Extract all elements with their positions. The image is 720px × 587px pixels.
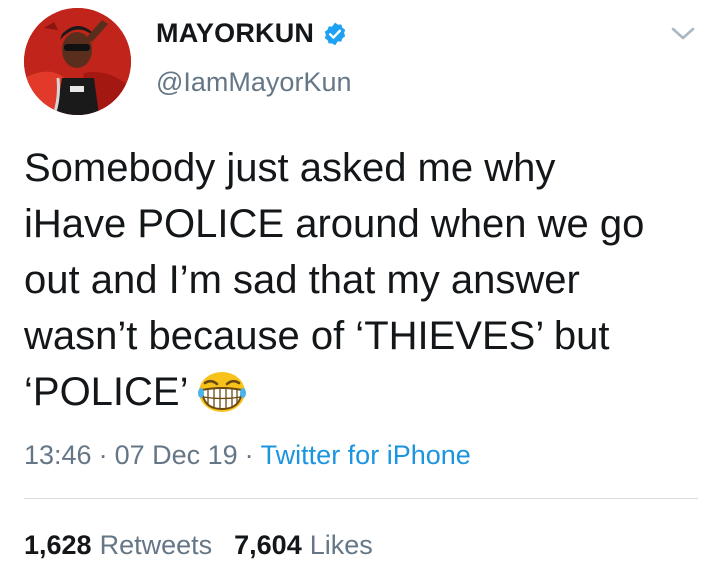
meta-separator: · (244, 440, 254, 470)
retweets-label: Retweets (99, 530, 213, 560)
author-name-row: MAYORKUN (156, 18, 348, 49)
likes-label: Likes (309, 530, 373, 560)
tweet-stats: 1,628 Retweets 7,604 Likes (24, 530, 373, 561)
tweet-time[interactable]: 13:46 (24, 440, 92, 471)
tweet-text-last-line: ‘POLICE’ (24, 364, 704, 420)
tweet-text-line: wasn’t because of ‘THIEVES’ but (24, 314, 610, 358)
tweet-date[interactable]: 07 Dec 19 (115, 440, 238, 471)
grinning-squinting-face-emoji-icon (197, 372, 246, 412)
meta-separator: · (98, 440, 108, 470)
author-display-name[interactable]: MAYORKUN (156, 18, 314, 49)
tweet-text-line: Somebody just asked me why (24, 146, 556, 190)
author-handle[interactable]: @IamMayorKun (156, 67, 351, 98)
retweets-count: 1,628 (24, 530, 92, 560)
retweets-stat[interactable]: 1,628 Retweets (24, 530, 212, 561)
tweet-text: Somebody just asked me why iHave POLICE a… (24, 140, 704, 420)
divider (24, 498, 698, 499)
tweet-text-line: ‘POLICE’ (24, 370, 189, 414)
verified-badge-icon (324, 22, 346, 45)
tweet-meta: 13:46 · 07 Dec 19 · Twitter for iPhone (24, 440, 471, 471)
likes-stat[interactable]: 7,604 Likes (234, 530, 373, 561)
tweet-text-line: iHave POLICE around when we go (24, 202, 645, 246)
likes-count: 7,604 (234, 530, 302, 560)
tweet-text-line: out and I’m sad that my answer (24, 258, 580, 302)
chevron-down-icon[interactable] (668, 22, 698, 44)
avatar[interactable] (24, 8, 131, 115)
profile-photo-icon (24, 8, 131, 115)
tweet-source-link[interactable]: Twitter for iPhone (261, 440, 471, 471)
